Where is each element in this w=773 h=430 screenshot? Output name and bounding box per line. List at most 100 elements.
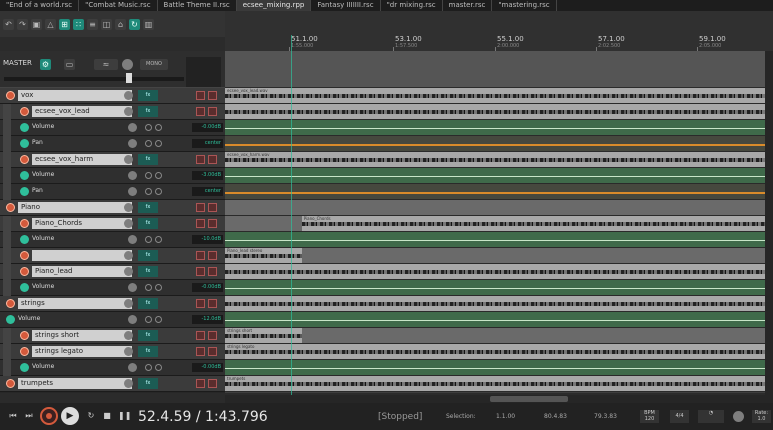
ripple-icon[interactable]: ≡: [87, 18, 98, 30]
track-volume-knob[interactable]: [124, 251, 133, 260]
envelope-value[interactable]: -10.0dB: [192, 235, 223, 244]
track-fx-button[interactable]: fx: [138, 330, 158, 341]
track-fx-button[interactable]: fx: [138, 154, 158, 165]
envelope-arm-icon[interactable]: [20, 171, 29, 180]
envelope-lane[interactable]: [225, 184, 773, 200]
track-lane[interactable]: [225, 296, 773, 312]
master-fx-icon[interactable]: ⚙: [40, 59, 51, 70]
master-fader[interactable]: [4, 77, 184, 81]
master-fader-handle[interactable]: [126, 73, 132, 83]
master-env-icon[interactable]: ≈: [94, 59, 118, 70]
envelope-lane[interactable]: [225, 360, 773, 376]
solo-button[interactable]: [208, 91, 217, 100]
track-fx-button[interactable]: fx: [138, 298, 158, 309]
envelope-lane[interactable]: [225, 280, 773, 296]
mute-button[interactable]: [196, 347, 205, 356]
solo-button[interactable]: [208, 203, 217, 212]
envelope-bypass-icon[interactable]: [145, 140, 152, 147]
track-lane[interactable]: strings legato: [225, 344, 773, 360]
media-item[interactable]: ecsee_vox_harm.wav: [225, 152, 773, 167]
track-fx-button[interactable]: fx: [138, 250, 158, 261]
track-row[interactable]: Piano fx: [0, 200, 225, 216]
envelope-bypass-icon[interactable]: [145, 124, 152, 131]
track-name[interactable]: strings short: [32, 330, 132, 341]
envelope-lane[interactable]: [225, 168, 773, 184]
track-name[interactable]: strings legato: [32, 346, 132, 357]
envelope-knob[interactable]: [128, 363, 137, 372]
project-tab[interactable]: "End of a world.rsc: [0, 0, 80, 11]
metronome-icon[interactable]: △: [45, 18, 56, 30]
media-item[interactable]: strings legato: [225, 344, 773, 359]
envelope-value[interactable]: -0.00dB: [192, 363, 223, 372]
track-name[interactable]: ecsee_vox_lead: [32, 106, 132, 117]
track-volume-knob[interactable]: [124, 331, 133, 340]
track-volume-knob[interactable]: [124, 347, 133, 356]
track-fx-button[interactable]: fx: [138, 378, 158, 389]
solo-button[interactable]: [208, 347, 217, 356]
selection-length[interactable]: 79.3.83: [594, 413, 617, 420]
pause-icon[interactable]: ❚❚: [118, 411, 131, 421]
solo-button[interactable]: [208, 155, 217, 164]
track-row[interactable]: ecsee_vox_lead fx: [0, 104, 225, 120]
mute-button[interactable]: [196, 91, 205, 100]
track-volume-knob[interactable]: [124, 267, 133, 276]
track-row[interactable]: vox fx: [0, 88, 225, 104]
envelope-line[interactable]: [225, 287, 773, 289]
envelope-row[interactable]: Pan center: [0, 184, 225, 200]
track-fx-button[interactable]: fx: [138, 202, 158, 213]
project-tab[interactable]: ecsee_mixing.rpp: [236, 0, 312, 11]
solo-button[interactable]: [208, 379, 217, 388]
envelope-knob[interactable]: [128, 171, 137, 180]
track-fx-button[interactable]: fx: [138, 218, 158, 229]
track-name[interactable]: strings: [18, 298, 132, 309]
track-name[interactable]: ecsee_vox_harm: [32, 154, 132, 165]
record-arm-button[interactable]: [20, 219, 29, 228]
envelope-hide-icon[interactable]: [155, 316, 162, 323]
envelope-line[interactable]: [225, 239, 773, 241]
envelope-knob[interactable]: [128, 315, 137, 324]
envelope-lane[interactable]: [225, 136, 773, 152]
record-button[interactable]: [40, 407, 58, 425]
timeline-ruler[interactable]: 51.1.00 1:55.000 53.1.00 1:57.500 55.1.00 2:0…: [225, 11, 773, 52]
envelope-hide-icon[interactable]: [155, 364, 162, 371]
loop-icon[interactable]: ↻: [129, 18, 140, 30]
envelope-value[interactable]: -0.00dB: [192, 123, 223, 132]
envelope-value[interactable]: -0.00dB: [192, 283, 223, 292]
envelope-value[interactable]: -3.00dB: [192, 171, 223, 180]
record-arm-button[interactable]: [20, 155, 29, 164]
envelope-value[interactable]: -12.0dB: [192, 315, 223, 324]
envelope-arm-icon[interactable]: [20, 123, 29, 132]
mute-button[interactable]: [196, 267, 205, 276]
track-lane[interactable]: strings short: [225, 328, 773, 344]
master-lane[interactable]: [225, 51, 773, 87]
master-rate-knob[interactable]: [733, 411, 744, 422]
mute-button[interactable]: [196, 203, 205, 212]
envelope-line[interactable]: [225, 191, 773, 194]
solo-button[interactable]: [208, 219, 217, 228]
envelope-arm-icon[interactable]: [20, 235, 29, 244]
media-item[interactable]: ecsee_vox_lead.wav: [225, 88, 773, 103]
media-item[interactable]: trumpets: [225, 376, 773, 391]
project-tab[interactable]: "dr mixing.rsc: [381, 0, 443, 11]
solo-button[interactable]: [208, 251, 217, 260]
track-fx-button[interactable]: fx: [138, 346, 158, 357]
envelope-row[interactable]: Volume -3.00dB: [0, 168, 225, 184]
envelope-value[interactable]: center: [192, 139, 223, 148]
solo-button[interactable]: [208, 267, 217, 276]
track-name[interactable]: Piano_lead: [32, 266, 132, 277]
track-row[interactable]: trumpets fx: [0, 376, 225, 392]
envelope-lane[interactable]: [225, 312, 773, 328]
project-tab[interactable]: master.rsc: [443, 0, 493, 11]
record-arm-button[interactable]: [6, 91, 15, 100]
repeat-icon[interactable]: ↻: [86, 411, 96, 421]
envelope-bypass-icon[interactable]: [145, 236, 152, 243]
record-arm-button[interactable]: [6, 379, 15, 388]
selection-start[interactable]: 1.1.00: [496, 413, 515, 420]
track-row[interactable]: Piano_Chords fx: [0, 216, 225, 232]
go-to-end-icon[interactable]: ⏭: [24, 411, 34, 421]
envelope-bypass-icon[interactable]: [145, 172, 152, 179]
record-arm-button[interactable]: [20, 347, 29, 356]
envelope-bypass-icon[interactable]: [145, 364, 152, 371]
envelope-row[interactable]: Volume -10.0dB: [0, 232, 225, 248]
envelope-hide-icon[interactable]: [155, 284, 162, 291]
